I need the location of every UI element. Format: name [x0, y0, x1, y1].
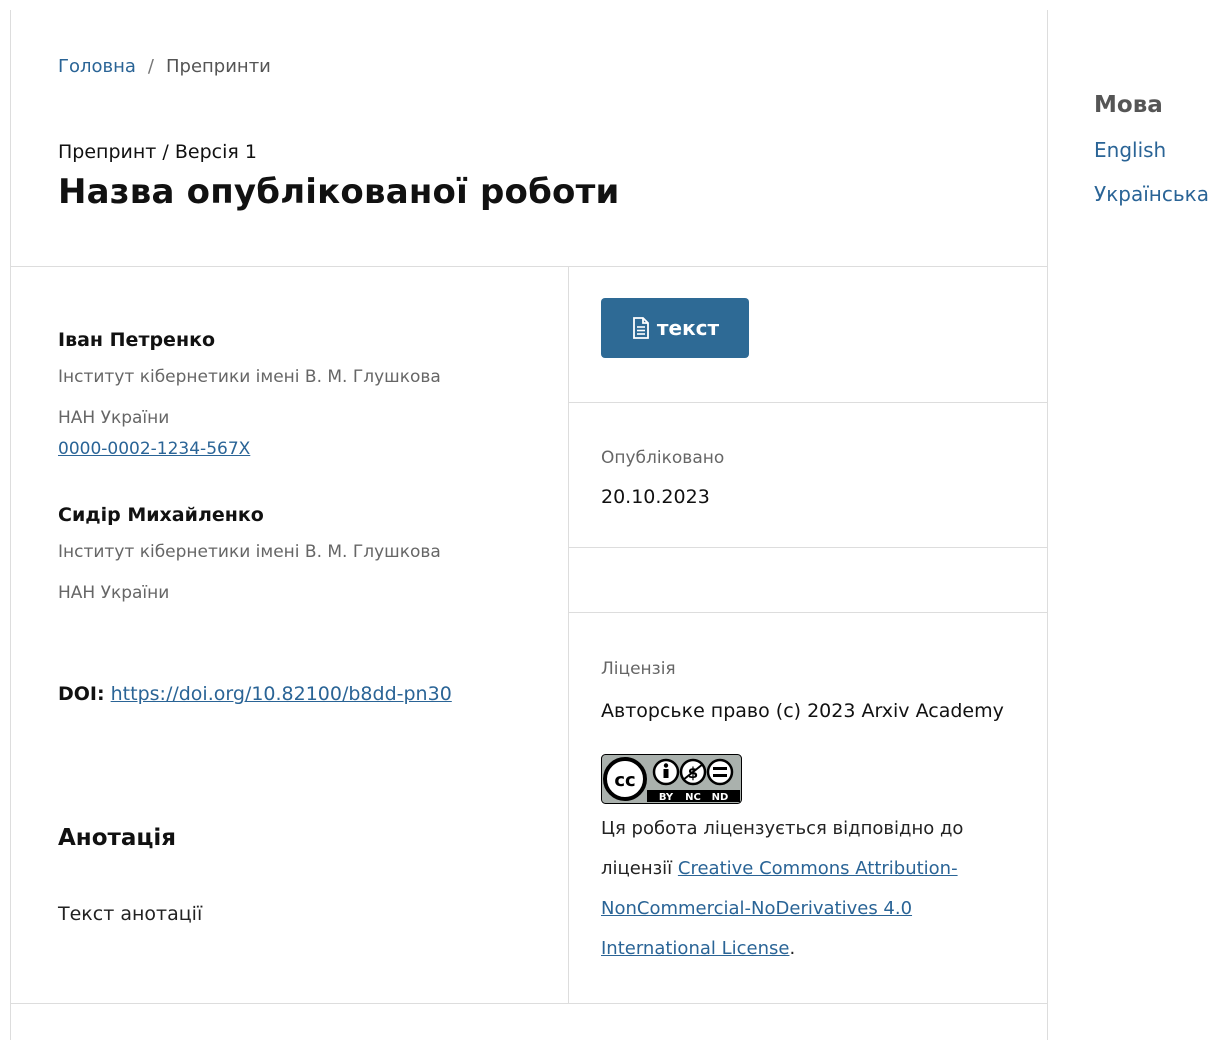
- language-heading: Мова: [1094, 92, 1163, 118]
- doi-label: DOI:: [58, 683, 105, 705]
- cc-badge-nc: NC: [685, 792, 701, 803]
- cc-badge-nd: ND: [712, 792, 729, 803]
- file-text-icon: [633, 317, 649, 339]
- published-date: 20.10.2023: [601, 486, 710, 508]
- preprint-version-label: Препринт / Версія 1: [58, 141, 257, 163]
- author-name: Іван Петренко: [58, 329, 216, 351]
- orcid-link[interactable]: 0000-0002-1234-567X: [58, 439, 250, 459]
- author-affiliation-org: НАН України: [58, 583, 170, 603]
- license-description: Ця робота ліцензується відповідно до ліц…: [601, 809, 1021, 969]
- doi-link[interactable]: https://doi.org/10.82100/b8dd-pn30: [111, 683, 452, 705]
- license-section: Ліцензія Авторське право (c) 2023 Arxiv …: [569, 613, 1047, 1003]
- details-column: текст Опубліковано 20.10.2023 Ліцензія А…: [569, 266, 1047, 1003]
- main-content: Головна / Препринти Препринт / Версія 1 На…: [10, 10, 1048, 1040]
- copyright-text: Авторське право (c) 2023 Arxiv Academy: [601, 700, 1004, 722]
- empty-section: [569, 548, 1047, 613]
- author-affiliation: Інститут кібернетики імені В. М. Глушков…: [58, 367, 441, 387]
- galley-button-label: текст: [656, 316, 720, 340]
- license-text-end: .: [789, 938, 796, 959]
- galley-section: текст: [569, 266, 1047, 403]
- language-sidebar: Мова English Українська: [1094, 92, 1209, 226]
- breadcrumb: Головна / Препринти: [58, 56, 271, 77]
- published-label: Опубліковано: [601, 448, 725, 468]
- language-link-ukrainian[interactable]: Українська: [1094, 182, 1209, 206]
- abstract-text: Текст анотації: [58, 903, 203, 925]
- published-section: Опубліковано 20.10.2023: [569, 403, 1047, 548]
- cc-badge-mark: cc: [614, 770, 635, 791]
- author-affiliation-org: НАН України: [58, 408, 170, 428]
- abstract-heading: Анотація: [58, 825, 177, 851]
- doi: DOI: https://doi.org/10.82100/b8dd-pn30: [58, 683, 452, 705]
- pdf-galley-button[interactable]: текст: [601, 298, 749, 358]
- language-link-english[interactable]: English: [1094, 138, 1209, 162]
- breadcrumb-home-link[interactable]: Головна: [58, 56, 136, 77]
- cc-badge-by: BY: [659, 792, 674, 803]
- divider: [11, 1003, 1047, 1004]
- breadcrumb-current: Препринти: [166, 56, 271, 77]
- author-1: Іван Петренко Інститут кібернетики імені…: [58, 329, 441, 459]
- author-name: Сидір Михайленко: [58, 504, 264, 526]
- author-affiliation: Інститут кібернетики імені В. М. Глушков…: [58, 542, 441, 562]
- page-title: Назва опублікованої роботи: [58, 172, 620, 212]
- license-label: Ліцензія: [601, 659, 676, 679]
- cc-license-badge-icon[interactable]: cc $ BY NC ND: [601, 754, 742, 804]
- author-2: Сидір Михайленко Інститут кібернетики ім…: [58, 504, 441, 614]
- breadcrumb-separator: /: [147, 56, 154, 77]
